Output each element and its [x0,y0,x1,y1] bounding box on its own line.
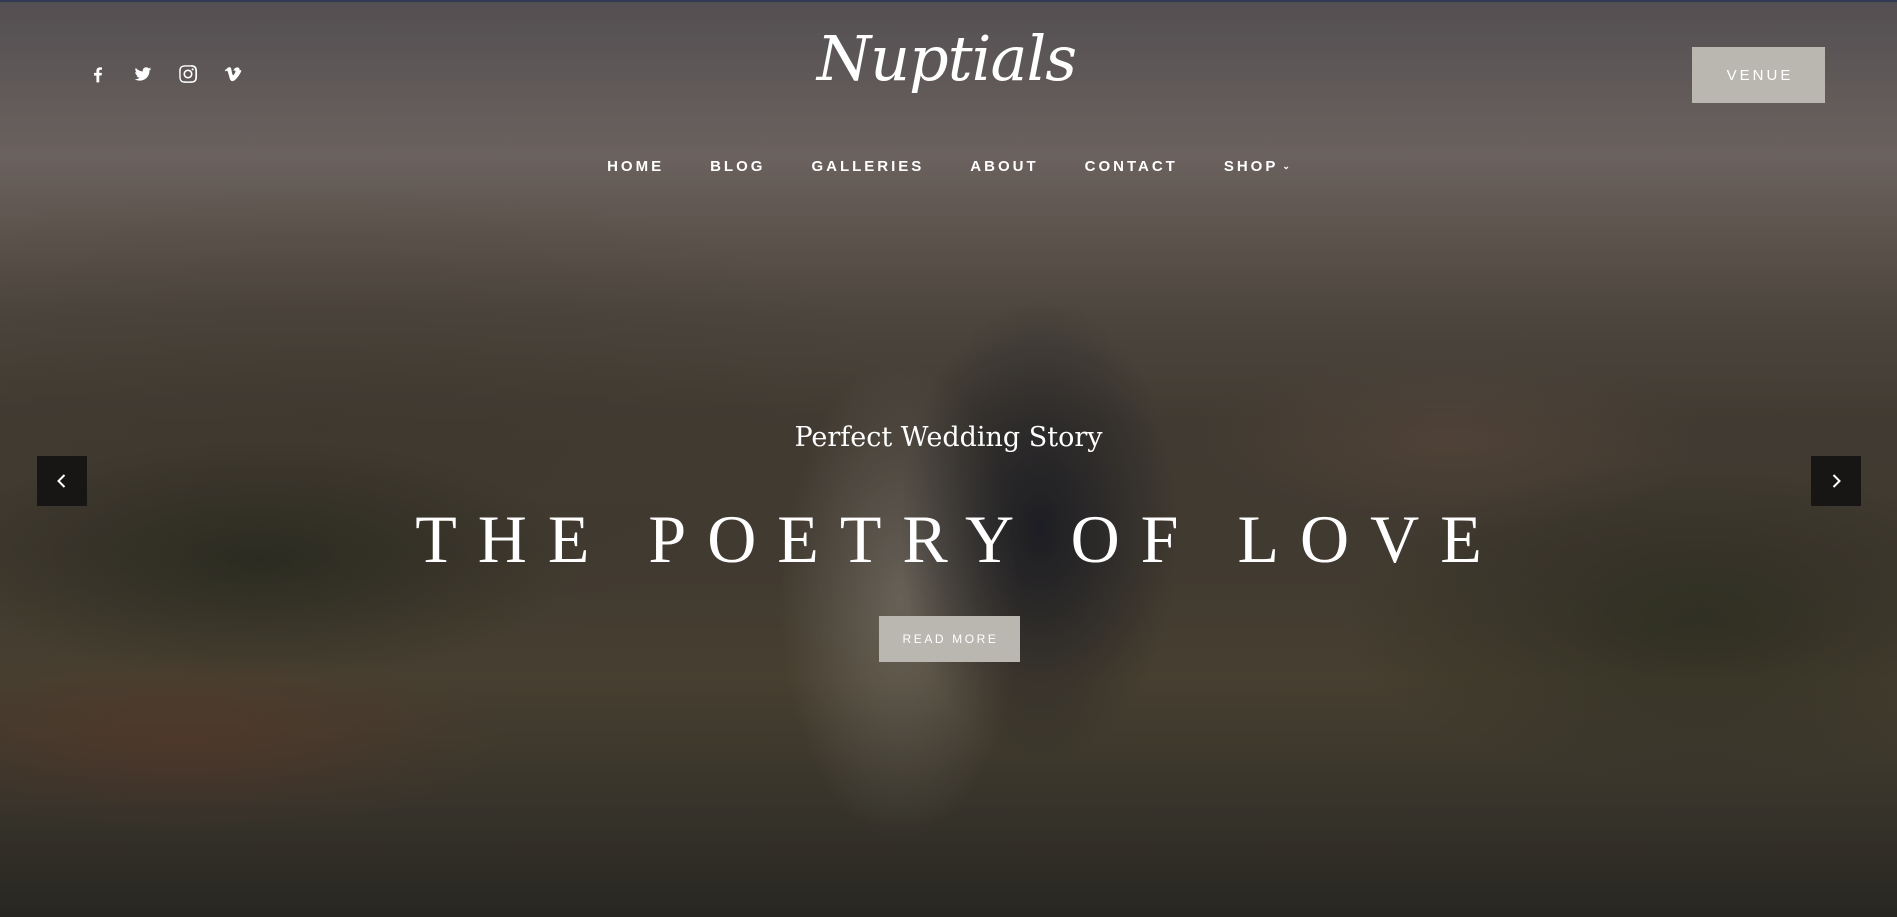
nav-item-shop[interactable]: SHOP ⌄ [1201,158,1313,175]
nav-item-label: SHOP [1223,158,1279,175]
nav-item-label: GALLERIES [811,158,925,175]
slide-subtitle: Perfect Wedding Story [794,422,1103,453]
nav-item-label: BLOG [710,158,766,175]
nav-item-label: ABOUT [970,158,1039,175]
slide-headline: THE POETRY OF LOVE [415,501,1503,577]
hero-slider: Nuptials VENUE HOME BLOG GALLERIES ABOUT… [0,0,1897,917]
chevron-left-icon [57,474,66,488]
chevron-right-icon [1832,474,1841,488]
nav-item-about[interactable]: ABOUT [947,158,1061,175]
read-more-button[interactable]: READ MORE [879,616,1020,662]
nav-item-galleries[interactable]: GALLERIES [788,158,947,175]
nav-item-label: CONTACT [1084,158,1178,175]
slider-prev-button[interactable] [37,456,87,506]
chevron-down-icon: ⌄ [1282,161,1290,171]
nav-item-home[interactable]: HOME [584,158,687,175]
venue-button[interactable]: VENUE [1692,47,1825,103]
top-border [0,0,1897,2]
nav-item-blog[interactable]: BLOG [687,158,788,175]
logo-text: Nuptials [816,22,1077,95]
main-nav: HOME BLOG GALLERIES ABOUT CONTACT SHOP ⌄ [0,158,1897,175]
slider-next-button[interactable] [1811,456,1861,506]
hero-overlay [0,0,1897,917]
nav-item-label: HOME [607,158,665,175]
nav-item-contact[interactable]: CONTACT [1062,158,1201,175]
site-logo[interactable]: Nuptials [0,28,1897,90]
